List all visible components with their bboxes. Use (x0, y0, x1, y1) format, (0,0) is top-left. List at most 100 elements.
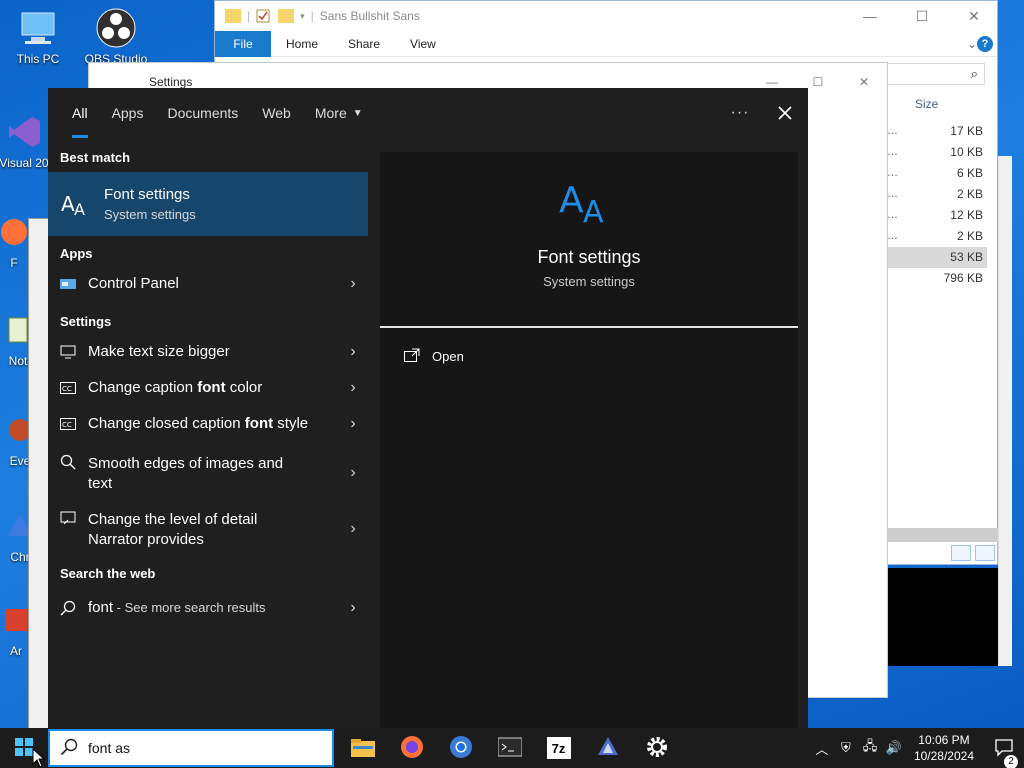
clock-time: 10:06 PM (918, 733, 970, 747)
security-icon[interactable]: ⛨ (834, 740, 858, 756)
close-button[interactable]: ✕ (841, 75, 887, 89)
file-size: 2 KB (956, 187, 983, 201)
new-folder-icon[interactable] (278, 9, 295, 23)
control-panel-icon (48, 278, 88, 290)
chevron-right-icon[interactable]: › (338, 379, 368, 397)
result-caption-font-color[interactable]: CC Change caption font color › (48, 370, 368, 406)
tab-apps[interactable]: Apps (100, 88, 156, 138)
show-hidden-icons-icon[interactable]: ︿ (810, 739, 834, 758)
background-window (888, 568, 998, 666)
search-icon (48, 600, 88, 616)
more-options-icon[interactable]: ··· (718, 104, 762, 122)
tab-view[interactable]: View (395, 37, 451, 51)
result-label: Smooth edges of images and text (88, 455, 284, 492)
closed-caption-icon: CC (48, 382, 88, 394)
large-icons-view-icon[interactable] (975, 545, 995, 561)
tab-more[interactable]: More ▼ (303, 88, 375, 138)
desktop-icon-label: This PC (16, 52, 60, 66)
properties-icon[interactable] (256, 9, 272, 23)
result-control-panel[interactable]: Control Panel › (48, 264, 368, 304)
chevron-down-icon[interactable]: ⌄ (967, 37, 977, 51)
taskbar-app-7zip[interactable]: 7z (534, 728, 583, 768)
tab-all[interactable]: All (60, 88, 100, 138)
chevron-right-icon[interactable]: › (338, 275, 368, 293)
explorer-title: Sans Bullshit Sans (319, 9, 420, 23)
taskbar-app-file-explorer[interactable] (338, 728, 387, 768)
vertical-scrollbar[interactable] (998, 156, 1012, 666)
minimize-button[interactable]: — (749, 75, 795, 89)
customize-toolbar-icon[interactable]: ▾ (300, 11, 305, 22)
network-icon[interactable]: 🖧 (858, 737, 882, 759)
preview-header: AA Font settings System settings (380, 152, 798, 328)
closed-caption-icon: CC (48, 418, 88, 430)
search-icon (60, 738, 78, 759)
close-button[interactable]: ✕ (951, 1, 997, 31)
chevron-right-icon[interactable]: › (338, 454, 368, 482)
caret-down-icon: ▼ (352, 107, 363, 119)
result-smooth-edges[interactable]: Smooth edges of images and text › (48, 444, 368, 500)
result-web-search[interactable]: font - See more search results › (48, 588, 368, 628)
svg-text:CC: CC (62, 385, 72, 393)
notification-center-button[interactable]: 2 (984, 737, 1024, 768)
chevron-right-icon[interactable]: › (338, 599, 368, 617)
result-narrator-detail[interactable]: Change the level of detail Narrator prov… (48, 500, 368, 556)
svg-text:A: A (74, 200, 85, 217)
maximize-button[interactable]: ☐ (795, 75, 841, 89)
taskbar-app-terminal[interactable] (485, 728, 534, 768)
horizontal-scrollbar[interactable] (887, 528, 999, 542)
result-label: Change closed caption font style (88, 415, 309, 432)
file-explorer-icon (350, 737, 375, 760)
file-size: 17 KB (950, 124, 983, 138)
taskbar-app-chrome[interactable] (436, 728, 485, 768)
tab-documents[interactable]: Documents (155, 88, 250, 138)
details-view-icon[interactable] (951, 545, 971, 561)
taskbar-app-settings[interactable] (632, 728, 681, 768)
open-action[interactable]: Open (380, 328, 798, 365)
taskbar: 7z ︿ ⛨ 🖧 🔊 10:06 PM 10/28/2024 2 (0, 728, 1024, 768)
taskbar-app-firefox[interactable] (387, 728, 436, 768)
section-search-web: Search the web (60, 566, 156, 581)
folder-icon (225, 9, 241, 23)
visual-studio-icon (4, 112, 44, 152)
desktop-icon-this-pc[interactable]: This PC (6, 8, 70, 66)
result-caption-font-style[interactable]: CC Change closed caption font style › (48, 406, 368, 442)
best-match-result[interactable]: AA Font settings System settings (48, 172, 368, 236)
file-size: 796 KB (943, 271, 983, 285)
explorer-ribbon: File Home Share View ⌄ ? (215, 30, 997, 57)
open-icon (404, 348, 420, 365)
desktop-icon-obs[interactable]: OBS Studio (84, 8, 148, 68)
preview-subtitle: System settings (543, 274, 635, 289)
svg-text:A: A (559, 180, 584, 221)
taskbar-pinned-apps: 7z (338, 728, 681, 768)
tab-home[interactable]: Home (271, 37, 333, 51)
minimize-button[interactable]: — (847, 1, 893, 31)
firefox-icon (400, 735, 424, 762)
close-icon[interactable] (762, 88, 808, 138)
partial-app-window (28, 218, 50, 728)
taskbar-app-inkscape[interactable] (583, 728, 632, 768)
clock-date: 10/28/2024 (913, 749, 974, 763)
result-make-text-bigger[interactable]: Make text size bigger › (48, 334, 368, 370)
file-size-column: 17 KB 10 KB 6 KB 2 KB 12 KB 2 KB 53 KB 7… (887, 121, 987, 289)
font-settings-large-icon: AA (559, 174, 619, 230)
search-input[interactable] (88, 740, 308, 756)
tab-file[interactable]: File (215, 30, 271, 57)
chevron-right-icon[interactable]: › (338, 510, 368, 538)
volume-icon[interactable]: 🔊 (882, 740, 906, 756)
result-label: Make text size bigger (88, 343, 230, 360)
narrator-icon (48, 510, 88, 526)
tab-more-label: More (314, 105, 347, 121)
chevron-right-icon[interactable]: › (338, 343, 368, 361)
taskbar-search-box[interactable] (48, 729, 334, 767)
windows-icon (15, 737, 33, 759)
maximize-button[interactable]: ☐ (899, 1, 945, 31)
column-header-size[interactable]: Size (915, 97, 938, 111)
tab-share[interactable]: Share (333, 37, 395, 51)
section-best-match: Best match (60, 150, 131, 165)
chevron-right-icon[interactable]: › (338, 415, 368, 433)
help-icon[interactable]: ? (977, 35, 993, 52)
monitor-icon (48, 345, 88, 359)
mouse-pointer-icon (32, 747, 46, 768)
clock[interactable]: 10:06 PM 10/28/2024 (914, 732, 974, 764)
tab-web[interactable]: Web (250, 88, 303, 138)
